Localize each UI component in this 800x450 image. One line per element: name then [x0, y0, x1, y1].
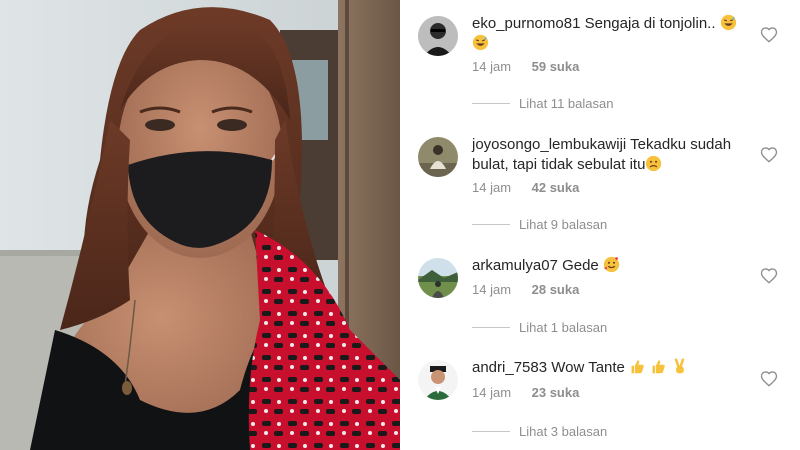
comment-body: Sengaja di tonjolin..: [584, 15, 716, 32]
replies-divider-line: [472, 224, 510, 225]
comment-text: joyosongo_lembukawiji Tekadku sudah bula…: [472, 135, 762, 175]
comment-text: andri_7583 Wow Tante: [472, 358, 762, 378]
comment-likes[interactable]: 23 suka: [532, 385, 580, 400]
comment-username[interactable]: andri_7583: [472, 359, 547, 376]
replies-divider-line: [472, 103, 510, 104]
comment-body: Wow Tante: [551, 359, 625, 376]
seated-figure-avatar[interactable]: [418, 137, 458, 177]
grinning-sweat-emoji: [472, 34, 489, 51]
thumbs-up-emoji: [652, 360, 665, 374]
replies-label: Lihat 9 balasan: [519, 217, 608, 232]
man-in-sunglasses-avatar[interactable]: [418, 16, 458, 56]
comment-time: 14 jam: [472, 180, 512, 195]
heart-outline-icon[interactable]: [760, 146, 778, 164]
thumbs-up-emoji: [631, 360, 644, 374]
post-photo: [0, 0, 400, 450]
slightly-frowning-emoji: [646, 155, 662, 172]
comment-text: arkamulya07 Gede: [472, 256, 762, 276]
heart-outline-icon[interactable]: [760, 267, 778, 285]
replies-label: Lihat 1 balasan: [519, 320, 608, 335]
comment-time: 14 jam: [472, 59, 512, 74]
grinning-sweat-emoji: [720, 14, 736, 31]
comment-username[interactable]: arkamulya07: [472, 257, 558, 274]
comments-panel: eko_purnomo81 Sengaja di tonjolin.. 14 j…: [400, 0, 800, 450]
view-replies-button[interactable]: Lihat 1 balasan: [472, 320, 607, 335]
landscape-avatar[interactable]: [418, 258, 458, 298]
view-replies-button[interactable]: Lihat 11 balasan: [472, 96, 613, 111]
comment-text: eko_purnomo81 Sengaja di tonjolin..: [472, 14, 762, 54]
victory-hand-emoji: [675, 358, 685, 374]
view-replies-button[interactable]: Lihat 3 balasan: [472, 424, 607, 439]
comment-meta: 14 jam 28 suka: [472, 282, 579, 297]
man-with-cap-avatar[interactable]: [418, 360, 458, 400]
comment-time: 14 jam: [472, 385, 512, 400]
smiling-hearts-emoji: [603, 256, 620, 273]
replies-divider-line: [472, 431, 510, 432]
replies-label: Lihat 3 balasan: [519, 424, 608, 439]
comment-likes[interactable]: 28 suka: [532, 282, 580, 297]
comment-username[interactable]: joyosongo_lembukawiji: [472, 136, 626, 153]
heart-outline-icon[interactable]: [760, 26, 778, 44]
comment-meta: 14 jam 59 suka: [472, 59, 579, 74]
replies-label: Lihat 11 balasan: [519, 96, 614, 111]
comment-likes[interactable]: 42 suka: [532, 180, 580, 195]
comment-meta: 14 jam 23 suka: [472, 385, 579, 400]
heart-outline-icon[interactable]: [760, 370, 778, 388]
comment-time: 14 jam: [472, 282, 512, 297]
comment-meta: 14 jam 42 suka: [472, 180, 579, 195]
comment-likes[interactable]: 59 suka: [532, 59, 580, 74]
replies-divider-line: [472, 327, 510, 328]
comment-username[interactable]: eko_purnomo81: [472, 15, 580, 32]
view-replies-button[interactable]: Lihat 9 balasan: [472, 217, 607, 232]
comment-body: Gede: [562, 257, 599, 274]
